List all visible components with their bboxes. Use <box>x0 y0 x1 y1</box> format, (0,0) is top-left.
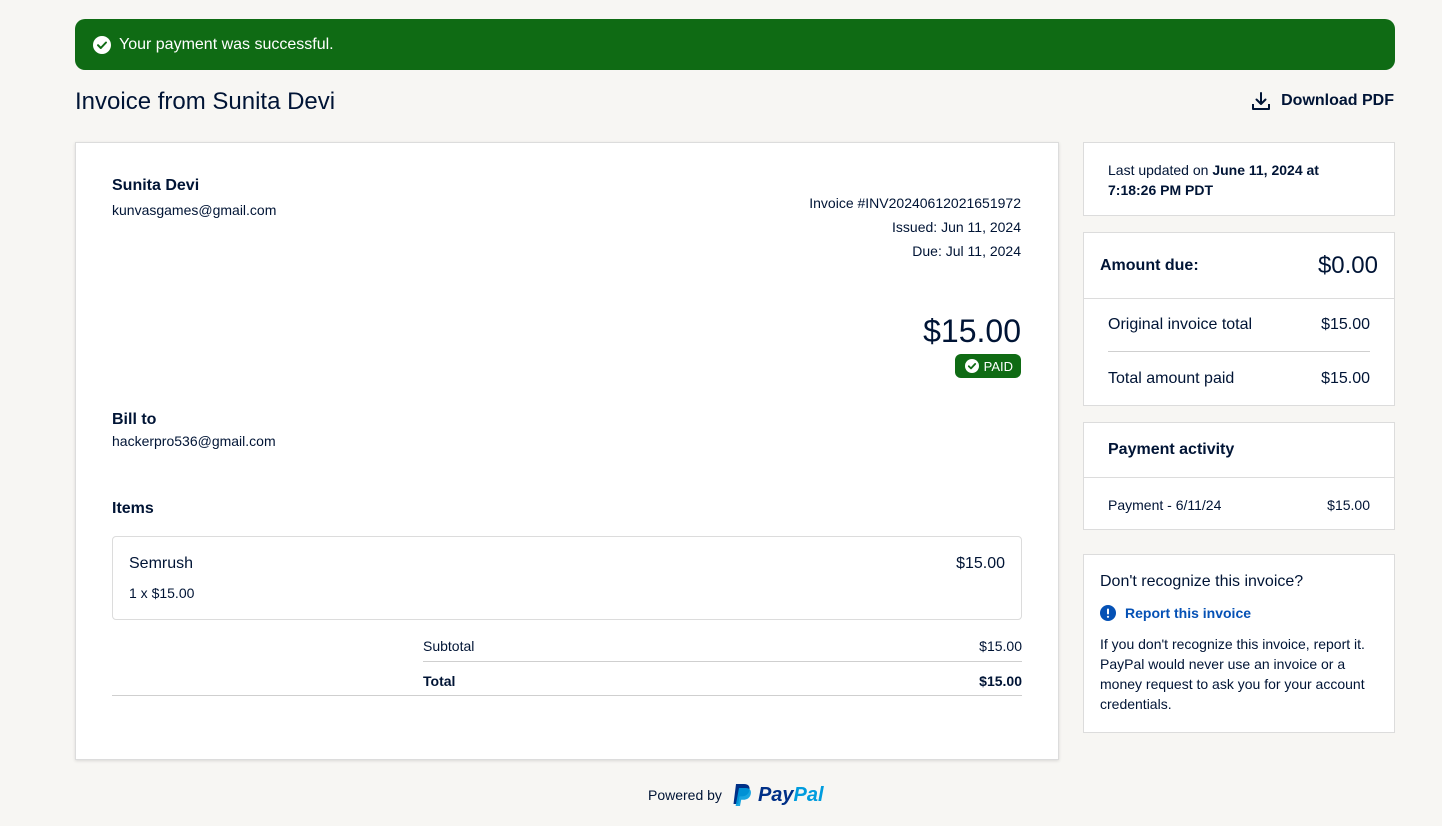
item-price: $15.00 <box>956 555 1005 572</box>
report-invoice-card: Don't recognize this invoice? Report thi… <box>1083 554 1395 733</box>
bill-to-label: Bill to <box>112 411 157 428</box>
total-row: Total $15.00 <box>423 673 1022 689</box>
invoice-amount: $15.00 <box>923 313 1021 349</box>
report-invoice-label: Report this invoice <box>1125 605 1252 621</box>
subtotal-value: $15.00 <box>979 638 1022 654</box>
invoice-meta: Invoice #INV20240612021651972 Issued: Ju… <box>809 191 1021 263</box>
powered-by-label: Powered by <box>648 787 722 803</box>
download-pdf-button[interactable]: Download PDF <box>1251 91 1394 111</box>
total-paid-label: Total amount paid <box>1108 370 1235 387</box>
page-title: Invoice from Sunita Devi <box>75 88 336 115</box>
list-item: Semrush $15.00 1 x $15.00 <box>112 536 1022 620</box>
item-name: Semrush <box>129 555 194 572</box>
check-circle-icon <box>93 35 111 54</box>
amount-due-label: Amount due: <box>1100 256 1199 274</box>
status-badge: PAID <box>954 354 1021 378</box>
original-total-value: $15.00 <box>1321 316 1370 333</box>
amount-due-card: Amount due: $0.00 Original invoice total… <box>1083 232 1395 406</box>
payment-activity-label: Payment - 6/11/24 <box>1108 496 1222 513</box>
items-label: Items <box>112 500 154 517</box>
banner-message: Your payment was successful. <box>119 35 334 53</box>
check-circle-icon <box>964 359 979 373</box>
total-value: $15.00 <box>979 673 1022 689</box>
total-paid-value: $15.00 <box>1321 370 1370 387</box>
footer: Powered by PayPal <box>648 783 824 807</box>
payment-activity-title: Payment activity <box>1084 423 1394 478</box>
paypal-icon <box>733 784 751 806</box>
download-icon <box>1251 91 1271 111</box>
bill-to-email: hackerpro536@gmail.com <box>112 433 276 449</box>
original-total-label: Original invoice total <box>1108 316 1253 333</box>
report-invoice-link[interactable]: Report this invoice <box>1100 605 1378 621</box>
original-total-row: Original invoice total $15.00 <box>1108 316 1370 334</box>
payment-activity-card: Payment activity Payment - 6/11/24 $15.0… <box>1083 422 1395 530</box>
divider <box>423 661 1022 662</box>
invoice-issued-date: Issued: Jun 11, 2024 <box>892 219 1021 235</box>
amount-due-value: $0.00 <box>1317 251 1378 279</box>
report-description: If you don't recognize this invoice, rep… <box>1100 636 1365 712</box>
subtotal-row: Subtotal $15.00 <box>423 638 1022 654</box>
divider <box>1108 351 1370 352</box>
sender-name: Sunita Devi <box>112 177 200 194</box>
report-title: Don't recognize this invoice? <box>1100 573 1304 590</box>
status-badge-label: PAID <box>983 358 1013 374</box>
last-updated-prefix: Last updated on <box>1108 162 1213 178</box>
total-label: Total <box>423 673 456 689</box>
divider <box>112 695 1022 696</box>
invoice-due-date: Due: Jul 11, 2024 <box>912 243 1021 259</box>
subtotal-label: Subtotal <box>423 638 475 654</box>
payment-activity-amount: $15.00 <box>1327 496 1370 513</box>
invoice-number: Invoice #INV20240612021651972 <box>809 195 1021 211</box>
invoice-card: Sunita Devi kunvasgames@gmail.com Invoic… <box>75 142 1059 760</box>
last-updated-card: Last updated on June 11, 2024 at 7:18:26… <box>1083 142 1395 216</box>
paypal-wordmark: PayPal <box>757 783 824 806</box>
download-pdf-label: Download PDF <box>1281 92 1394 109</box>
list-item: Payment - 6/11/24 $15.00 <box>1084 478 1394 531</box>
success-banner: Your payment was successful. <box>75 19 1395 70</box>
amount-due-header: Amount due: $0.00 <box>1084 233 1394 299</box>
item-quantity: 1 x $15.00 <box>129 585 195 601</box>
total-paid-row: Total amount paid $15.00 <box>1108 370 1370 388</box>
sender-email: kunvasgames@gmail.com <box>112 202 277 218</box>
paypal-logo: PayPal <box>732 783 824 807</box>
alert-icon <box>1100 605 1116 621</box>
